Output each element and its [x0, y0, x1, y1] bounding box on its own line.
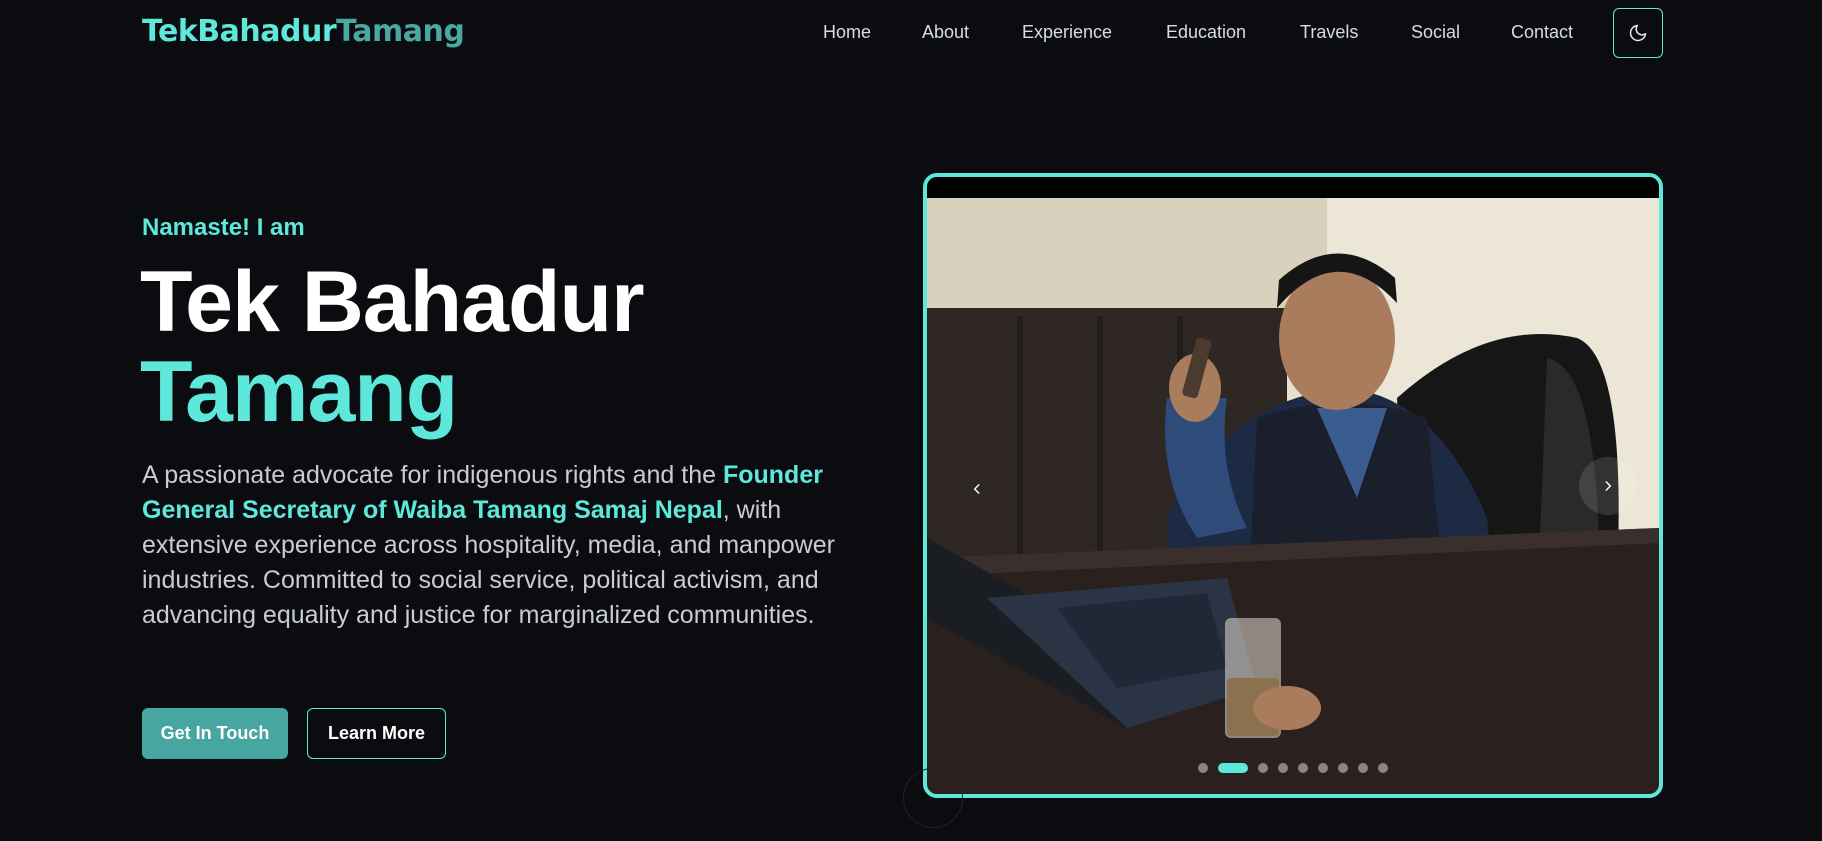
hero-name-first: Tek Bahadur	[140, 254, 645, 350]
carousel-dot[interactable]	[1298, 763, 1308, 773]
nav-link-home[interactable]: Home	[823, 22, 871, 43]
scroll-down-button[interactable]	[903, 768, 963, 828]
carousel-dot[interactable]	[1258, 763, 1268, 773]
hero-name-last: Tamang	[140, 344, 458, 440]
carousel-top-bar	[927, 177, 1659, 198]
chevron-right-icon	[1605, 481, 1612, 491]
theme-toggle-button[interactable]	[1613, 8, 1663, 58]
nav-link-social[interactable]: Social	[1411, 22, 1460, 43]
carousel-dot[interactable]	[1378, 763, 1388, 773]
carousel-dot-active[interactable]	[1218, 763, 1248, 773]
get-in-touch-button[interactable]: Get In Touch	[142, 708, 288, 759]
carousel-photo	[927, 198, 1659, 794]
carousel-dot[interactable]	[1338, 763, 1348, 773]
chevron-left-icon	[973, 484, 980, 494]
carousel-dot[interactable]	[1278, 763, 1288, 773]
hero-intro: A passionate advocate for indigenous rig…	[142, 458, 882, 633]
nav-link-experience[interactable]: Experience	[1022, 22, 1112, 43]
photo-carousel	[923, 173, 1663, 798]
carousel-next-button[interactable]	[1579, 457, 1637, 515]
learn-more-button[interactable]: Learn More	[307, 708, 446, 759]
carousel-dots	[0, 763, 1822, 775]
nav-link-travels[interactable]: Travels	[1300, 22, 1358, 43]
nav-link-about[interactable]: About	[922, 22, 969, 43]
navbar: TekBahadurTamang Home About Experience E…	[0, 0, 1822, 68]
intro-text-before: A passionate advocate for indigenous rig…	[142, 461, 723, 489]
carousel-dot[interactable]	[1358, 763, 1368, 773]
hero-greeting: Namaste! I am	[142, 214, 305, 241]
nav-links: Home About Experience Education Travels …	[0, 22, 1822, 46]
nav-link-contact[interactable]: Contact	[1511, 22, 1573, 43]
nav-link-education[interactable]: Education	[1166, 22, 1246, 43]
moon-icon	[1629, 24, 1647, 42]
carousel-dot[interactable]	[1198, 763, 1208, 773]
carousel-dot[interactable]	[1318, 763, 1328, 773]
carousel-prev-button[interactable]	[948, 460, 1006, 518]
